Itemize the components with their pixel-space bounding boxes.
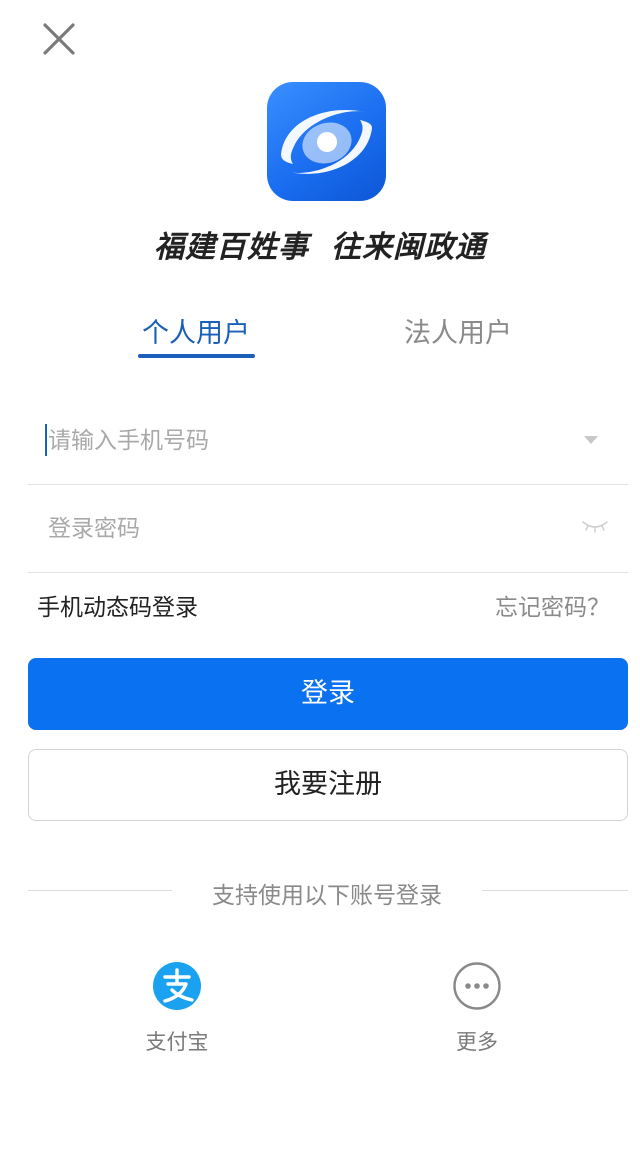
slogan-part-2: 往来闽政通 [331, 230, 486, 265]
close-button[interactable] [38, 18, 80, 60]
password-input[interactable] [46, 508, 570, 550]
divider-right [482, 890, 628, 891]
app-logo-icon [267, 82, 386, 201]
alipay-label: 支付宝 [145, 1030, 209, 1054]
tab-legal-user[interactable]: 法人用户 [392, 312, 524, 362]
eye-closed-icon[interactable] [580, 516, 610, 536]
app-slogan: 福建百姓事 往来闽政通 [0, 222, 640, 266]
phone-field [28, 396, 628, 485]
slogan-part-1: 福建百姓事 [154, 230, 309, 265]
divider-left [28, 890, 172, 891]
more-label: 更多 [456, 1030, 498, 1054]
active-tab-indicator [138, 354, 255, 358]
chevron-down-icon[interactable] [584, 436, 598, 444]
third-party-login-label: 支持使用以下账号登录 [212, 883, 442, 909]
close-icon [43, 23, 75, 55]
password-field [28, 484, 628, 573]
register-button[interactable]: 我要注册 [28, 749, 628, 821]
more-icon [453, 962, 501, 1010]
sms-code-login-link[interactable]: 手机动态码登录 [37, 588, 198, 622]
login-button[interactable]: 登录 [28, 658, 628, 730]
forgot-password-link[interactable]: 忘记密码？ [495, 588, 610, 622]
login-page: 福建百姓事往来闽政通 个人用户 法人用户 手机动态码登录 忘记密码？ 登录 我要… [0, 0, 640, 1164]
phone-input[interactable] [46, 420, 570, 462]
alipay-login-button[interactable]: 支付宝 [107, 960, 247, 1056]
more-login-button[interactable]: 更多 [407, 960, 547, 1056]
alipay-icon [153, 962, 201, 1010]
